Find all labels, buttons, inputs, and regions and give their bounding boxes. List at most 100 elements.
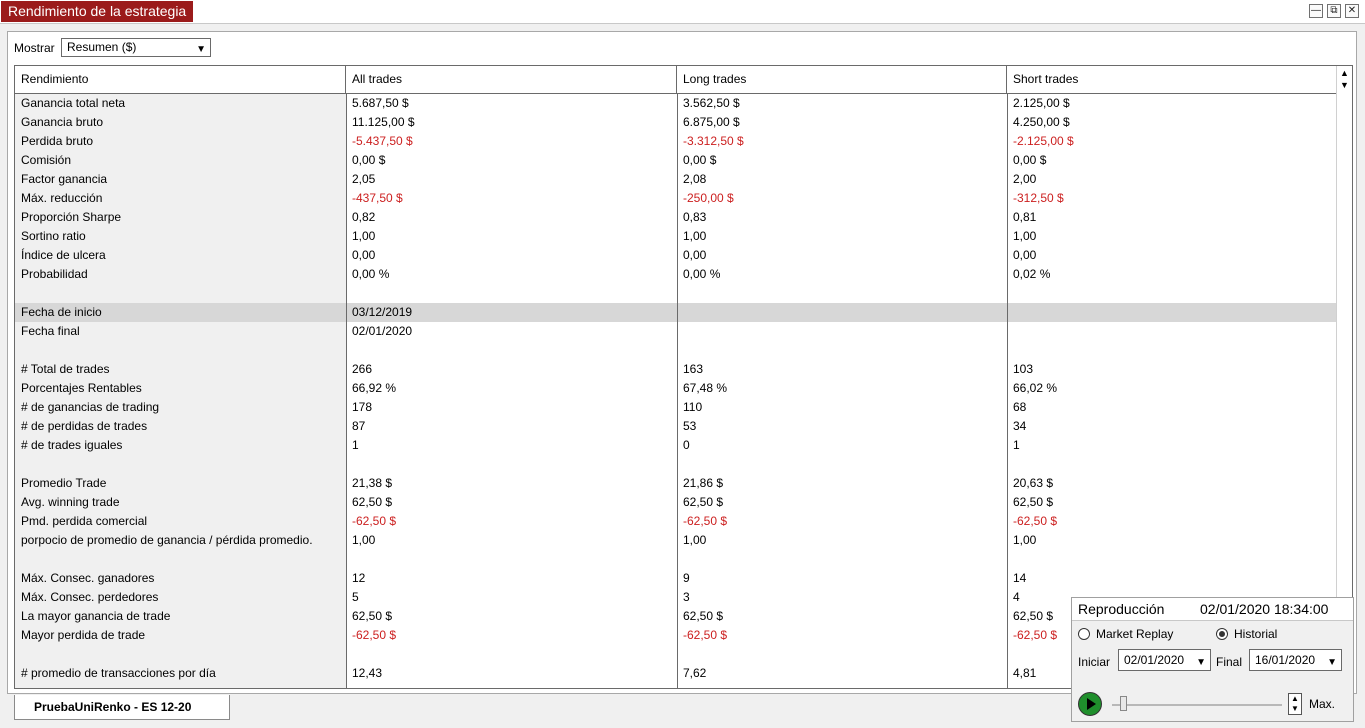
- cell-long: 7,62: [683, 666, 707, 680]
- spin-up-icon[interactable]: ▲: [1289, 694, 1301, 704]
- cell-short: 4,81: [1013, 666, 1037, 680]
- table-row[interactable]: Probabilidad 0,00 % 0,00 % 0,02 %: [15, 265, 1337, 284]
- cell-long: 0,00: [683, 248, 707, 262]
- header-long-trades[interactable]: Long trades: [677, 66, 1007, 93]
- table-row[interactable]: Fecha final 02/01/2020: [15, 322, 1337, 341]
- table-row[interactable]: Comisión 0,00 $ 0,00 $ 0,00 $: [15, 151, 1337, 170]
- table-row[interactable]: Índice de ulcera 0,00 0,00 0,00: [15, 246, 1337, 265]
- cell-long: -62,50 $: [683, 628, 728, 642]
- cell-all: [346, 550, 352, 569]
- table-row[interactable]: Proporción Sharpe 0,82 0,83 0,81: [15, 208, 1337, 227]
- cell-short: 1: [1013, 438, 1020, 452]
- cell-short: 4: [1013, 590, 1020, 604]
- cell-label: Avg. winning trade: [21, 495, 120, 509]
- start-date-value: 02/01/2020: [1124, 653, 1185, 667]
- cell-all: 266: [352, 362, 373, 376]
- table-row[interactable]: # de ganancias de trading 178 110 68: [15, 398, 1337, 417]
- cell-short: -312,50 $: [1013, 191, 1064, 205]
- chevron-down-icon: ▼: [1196, 657, 1206, 668]
- header-all-trades[interactable]: All trades: [346, 66, 677, 93]
- table-row[interactable]: Ganancia bruto 11.125,00 $ 6.875,00 $ 4.250…: [15, 113, 1337, 132]
- vertical-scrollbar[interactable]: ▲ ▼: [1336, 66, 1352, 688]
- table-row[interactable]: [15, 284, 1337, 303]
- cell-all: -62,50 $: [352, 628, 397, 642]
- cell-short: 0,02 %: [1013, 267, 1051, 281]
- cell-label: [15, 645, 21, 664]
- cell-long: 0,00 $: [683, 153, 717, 167]
- speed-slider-thumb[interactable]: [1120, 696, 1128, 711]
- cell-short: 0,00: [1013, 248, 1037, 262]
- cell-label: Probabilidad: [21, 267, 88, 281]
- table-row[interactable]: Sortino ratio 1,00 1,00 1,00: [15, 227, 1337, 246]
- cell-all: [346, 645, 352, 664]
- cell-long: -3.312,50 $: [683, 134, 744, 148]
- show-select[interactable]: Resumen ($) ▼: [61, 38, 211, 57]
- table-row[interactable]: [15, 455, 1337, 474]
- play-icon[interactable]: [1078, 692, 1102, 716]
- speed-spinner[interactable]: ▲ ▼: [1288, 693, 1302, 715]
- minimize-icon[interactable]: —: [1309, 4, 1323, 18]
- table-row[interactable]: [15, 341, 1337, 360]
- table-row[interactable]: # de perdidas de trades 87 53 34: [15, 417, 1337, 436]
- cell-all: 2,05: [352, 172, 376, 186]
- header-short-trades[interactable]: Short trades: [1007, 66, 1337, 93]
- speed-slider-track[interactable]: [1112, 704, 1282, 706]
- market-replay-radio[interactable]: Market Replay: [1078, 627, 1173, 641]
- table-row[interactable]: # Total de trades 266 163 103: [15, 360, 1337, 379]
- cell-label: [15, 455, 21, 474]
- table-row[interactable]: Porcentajes Rentables 66,92 % 67,48 % 66,02…: [15, 379, 1337, 398]
- window-title[interactable]: Rendimiento de la estrategia: [1, 1, 194, 22]
- cell-short: 66,02 %: [1013, 381, 1058, 395]
- cell-short: [1007, 322, 1013, 341]
- end-date-select[interactable]: 16/01/2020 ▼: [1249, 649, 1342, 671]
- cell-all: [346, 341, 352, 360]
- table-row[interactable]: Pmd. perdida comercial -62,50 $ -62,50 $ -6…: [15, 512, 1337, 531]
- table-row[interactable]: [15, 550, 1337, 569]
- cell-label: [15, 341, 21, 360]
- cell-short: 4.250,00 $: [1013, 115, 1070, 129]
- cell-label: Índice de ulcera: [21, 248, 106, 262]
- table-row[interactable]: Avg. winning trade 62,50 $ 62,50 $ 62,50 $: [15, 493, 1337, 512]
- historial-label: Historial: [1234, 627, 1278, 641]
- cell-long: -250,00 $: [683, 191, 734, 205]
- cell-label: Fecha final: [21, 324, 80, 338]
- scroll-down-icon[interactable]: ▼: [1337, 79, 1352, 91]
- cell-label: Fecha de inicio: [21, 305, 102, 319]
- cell-label: La mayor ganancia de trade: [21, 609, 171, 623]
- table-row[interactable]: porpocio de promedio de ganancia / pérdi…: [15, 531, 1337, 550]
- restore-icon[interactable]: ⧉: [1327, 4, 1341, 18]
- table-row[interactable]: Fecha de inicio 03/12/2019: [15, 303, 1337, 322]
- cell-long: 67,48 %: [683, 381, 728, 395]
- table-row[interactable]: Promedio Trade 21,38 $ 21,86 $ 20,63 $: [15, 474, 1337, 493]
- close-icon[interactable]: ✕: [1345, 4, 1359, 18]
- cell-long: 62,50 $: [683, 609, 724, 623]
- cell-label: [15, 550, 21, 569]
- table-row[interactable]: Máx. reducción -437,50 $ -250,00 $ -312,50 …: [15, 189, 1337, 208]
- table-row[interactable]: # de trades iguales 1 0 1: [15, 436, 1337, 455]
- cell-long: 9: [683, 571, 690, 585]
- cell-long: [677, 341, 683, 360]
- strategy-tab[interactable]: PruebaUniRenko - ES 12-20: [14, 695, 230, 720]
- header-rendimiento[interactable]: Rendimiento: [15, 66, 346, 93]
- cell-long: 3.562,50 $: [683, 96, 740, 110]
- cell-long: 110: [683, 400, 703, 414]
- cell-label: Ganancia total neta: [21, 96, 126, 110]
- table-row[interactable]: Ganancia total neta 5.687,50 $ 3.562,50 $ 2…: [15, 94, 1337, 113]
- cell-short: [1007, 303, 1013, 322]
- table-row[interactable]: Perdida bruto -5.437,50 $ -3.312,50 $ -2.12…: [15, 132, 1337, 151]
- table-row[interactable]: Factor ganancia 2,05 2,08 2,00: [15, 170, 1337, 189]
- replay-header: Reproducción 02/01/2020 18:34:00: [1072, 598, 1353, 621]
- cell-short: [1007, 455, 1013, 474]
- cell-short: [1007, 550, 1013, 569]
- cell-long: 21,86 $: [683, 476, 724, 490]
- start-date-select[interactable]: 02/01/2020 ▼: [1118, 649, 1211, 671]
- historial-radio[interactable]: Historial: [1216, 627, 1277, 641]
- show-select-value: Resumen ($): [67, 40, 137, 54]
- cell-long: [677, 645, 683, 664]
- scroll-up-icon[interactable]: ▲: [1337, 67, 1352, 79]
- cell-label: Proporción Sharpe: [21, 210, 122, 224]
- spin-down-icon[interactable]: ▼: [1289, 704, 1301, 714]
- cell-short: 1,00: [1013, 229, 1037, 243]
- table-row[interactable]: Máx. Consec. ganadores 12 9 14: [15, 569, 1337, 588]
- cell-short: 0,81: [1013, 210, 1037, 224]
